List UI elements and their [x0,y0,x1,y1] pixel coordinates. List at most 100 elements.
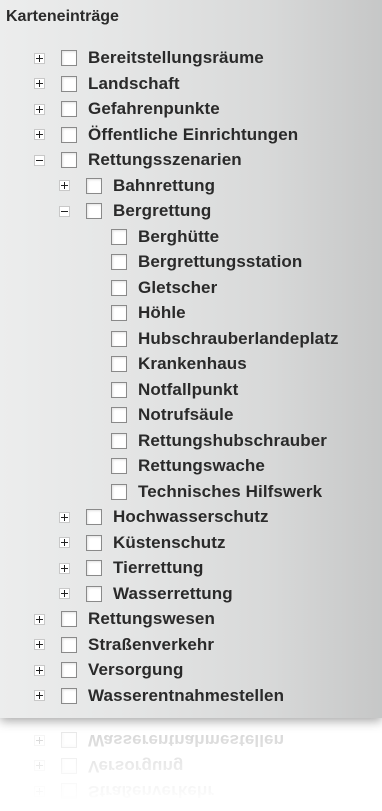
reflected-tree-item: Wasserentnahmestellen [34,728,284,754]
tree-item-checkbox[interactable] [61,126,77,143]
tree-item-checkbox[interactable] [111,432,127,449]
expand-icon[interactable] [34,639,45,650]
tree-item[interactable]: Versorgung [34,657,183,683]
panel-title: Karteneinträge [6,8,119,25]
tree-item[interactable]: Rettungsszenarien [34,147,242,173]
expand-icon[interactable] [34,613,45,625]
tree-item[interactable]: Gletscher [111,275,217,301]
tree-item-label: Tierrettung [113,558,204,577]
collapse-icon[interactable] [59,205,70,217]
tree-item[interactable]: Rettungshubschrauber [111,428,327,454]
tree-item[interactable]: Bergrettungsstation [111,249,302,275]
tree-item-label: Wasserrettung [113,583,233,603]
collapse-icon[interactable] [34,154,45,166]
reflection-fade [0,718,382,811]
tree-item[interactable]: Rettungswache [111,453,265,479]
tree-item[interactable]: Notrufsäule [111,402,234,428]
tree-item-checkbox[interactable] [111,381,127,398]
tree-item[interactable]: Bereitstellungsräume [34,45,264,71]
tree-item-label: Rettungsszenarien [88,150,242,169]
tree-item-checkbox [61,783,77,800]
tree-item-checkbox[interactable] [61,50,77,66]
tree-item[interactable]: Rettungswesen [34,606,215,632]
expand-icon[interactable] [59,511,70,523]
expand-icon[interactable] [34,52,45,64]
tree-item-checkbox[interactable] [61,152,77,168]
tree-item[interactable]: Küstenschutz [59,530,226,556]
tree-item-label: Wasserentnahmestellen [88,731,285,751]
tree-item-checkbox[interactable] [111,330,127,347]
tree-item[interactable]: Hubschrauberlandeplatz [111,326,339,352]
tree-item-label: Krankenhaus [138,354,247,373]
tree-item-checkbox[interactable] [111,407,127,423]
expand-icon [34,760,45,772]
tree-item[interactable]: Technisches Hilfswerk [111,479,322,505]
expand-icon[interactable] [59,180,70,191]
expand-icon[interactable] [34,129,45,140]
expand-icon[interactable] [34,690,45,701]
tree-item-label: Rettungswache [138,456,265,475]
tree-item-checkbox[interactable] [111,458,127,474]
tree-item-checkbox[interactable] [61,687,77,704]
tree-item-checkbox[interactable] [86,177,102,194]
tree-item-label: Versorgung [88,660,184,679]
tree-item-checkbox[interactable] [86,203,102,219]
tree-item-label: Rettungswesen [88,807,215,811]
tree-item-checkbox[interactable] [111,483,127,500]
tree-item-label: Notfallpunkt [138,379,239,399]
tree-item[interactable]: Straßenverkehr [34,632,214,658]
tree-item-checkbox[interactable] [61,662,77,678]
tree-item[interactable]: Wasserrettung [59,581,233,607]
tree-item-label: Berghütte [138,226,220,246]
reflected-tree-item: Versorgung [34,753,183,779]
tree-item-label: Höhle [138,303,186,322]
tree-item-label: Landschaft [88,73,180,93]
tree-item[interactable]: Hochwasserschutz [59,504,269,530]
tree-item[interactable]: Tierrettung [59,555,204,581]
expand-icon[interactable] [34,664,45,676]
tree-item[interactable]: Krankenhaus [111,351,247,377]
tree-item-checkbox[interactable] [61,75,77,92]
tree-item-label: Gefahrenpunkte [88,99,220,118]
tree-item-label: Hochwasserschutz [113,507,269,526]
tree-item[interactable]: Bergrettung [59,198,211,224]
tree-item[interactable]: Notfallpunkt [111,377,238,403]
tree-item-checkbox[interactable] [86,585,102,602]
tree-item-label: Küstenschutz [113,532,226,552]
tree-item-checkbox[interactable] [86,534,102,551]
tree-item-label: Notrufsäule [138,405,234,424]
tree-item[interactable]: Wasserentnahmestellen [34,683,284,709]
tree-item[interactable]: Höhle [111,300,186,326]
tree-item-checkbox[interactable] [86,560,102,576]
tree-item-label: Wasserentnahmestellen [88,685,285,705]
tree-item[interactable]: Öffentliche Einrichtungen [34,122,298,148]
tree-item-checkbox[interactable] [111,254,127,270]
tree-item[interactable]: Landschaft [34,71,180,97]
tree-item-label: Rettungswesen [88,609,215,628]
expand-icon [34,786,45,797]
tree-item-checkbox[interactable] [61,101,77,117]
tree-item-label: Bergrettungsstation [138,252,303,271]
tree-item-checkbox[interactable] [111,228,127,245]
expand-icon[interactable] [59,588,70,599]
tree-item-label: Straßenverkehr [88,634,215,654]
tree-item-checkbox[interactable] [61,611,77,627]
tree-item-label: Rettungshubschrauber [138,430,328,450]
tree-item-checkbox[interactable] [61,636,77,653]
tree-item[interactable]: Berghütte [111,224,219,250]
tree-item[interactable]: Bahnrettung [59,173,215,199]
tree-item[interactable]: Gefahrenpunkte [34,96,220,122]
tree-item-label: Hubschrauberlandeplatz [138,328,339,348]
tree-item-checkbox[interactable] [111,279,127,296]
tree-item-checkbox[interactable] [111,305,127,321]
tree-item-checkbox[interactable] [86,509,102,525]
expand-icon[interactable] [59,537,70,548]
expand-icon [34,735,45,746]
reflected-tree-item: Straßenverkehr [34,779,214,805]
expand-icon[interactable] [34,78,45,89]
tree-item-checkbox[interactable] [111,356,127,372]
expand-icon[interactable] [59,562,70,574]
map-entries-panel: Karteneinträge Bereitstellungsräume Lands… [0,0,382,718]
reflected-tree-item: Rettungswesen [34,804,215,811]
expand-icon[interactable] [34,103,45,115]
